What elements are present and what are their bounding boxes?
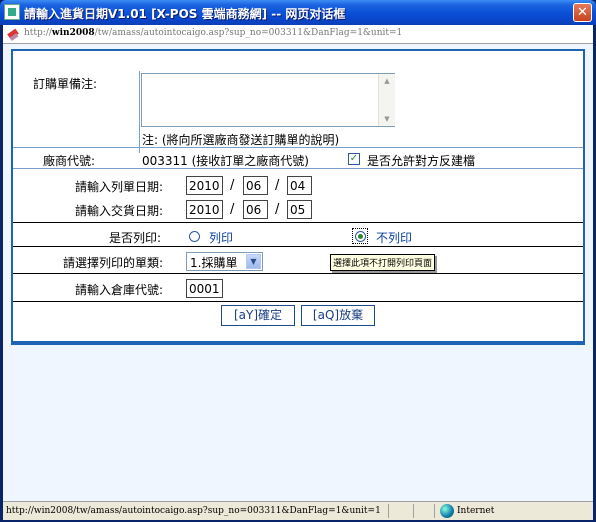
allow-reverse-checkbox[interactable]: ✓ [348,153,360,165]
divider [13,222,583,223]
status-separator [388,504,389,518]
close-button[interactable]: ✕ [573,3,592,22]
list-date-year-input[interactable] [186,176,223,195]
no-print-radio[interactable] [355,231,366,242]
security-zone-label: Internet [457,506,495,516]
form-inner: 訂購單備注: ▲ ▼ 注: (將向所選廠商發送訂購單的說明) 廠商代號: 003… [13,51,583,341]
delivery-date-label: 請輸入交貨日期: [75,204,164,218]
cancel-button[interactable]: [aQ]放棄 [301,305,375,326]
page-content: 訂購單備注: ▲ ▼ 注: (將向所選廠商發送訂購單的說明) 廠商代號: 003… [3,44,593,501]
no-print-option-label[interactable]: 不列印 [376,229,412,246]
date-separator: / [230,178,235,193]
divider [13,301,583,302]
delivery-date-year-input[interactable] [186,200,223,219]
status-separator [413,504,414,518]
confirm-button[interactable]: [aY]確定 [221,305,295,326]
status-separator [434,504,435,518]
address-bar: http://win2008/tw/amass/autointocaigo.as… [3,25,593,44]
form-panel: 訂購單備注: ▲ ▼ 注: (將向所選廠商發送訂購單的說明) 廠商代號: 003… [11,49,585,345]
doc-type-label: 請選擇列印的單類: [63,256,164,270]
globe-icon [440,504,454,518]
memo-note: 注: (將向所選廠商發送訂購單的說明) [142,133,340,147]
divider [13,246,583,247]
window-title: 請輸入進貨日期V1.01 [X-POS 雲端商務網] -- 网页对话框 [24,7,346,21]
memo-scrollbar[interactable]: ▲ ▼ [378,74,395,126]
app-icon [4,4,20,20]
list-date-month-input[interactable] [243,176,268,195]
memo-label: 訂購單備注: [33,77,98,91]
status-bar: http://win2008/tw/amass/autointocaigo.as… [3,501,593,520]
vendor-label: 廠商代號: [43,154,96,168]
allow-reverse-label: 是否允許對方反建檔 [367,154,476,168]
grid-line [139,71,140,153]
doc-type-selected: 1.採購單 [190,256,238,270]
list-date-label: 請輸入列單日期: [75,180,164,194]
print-label: 是否列印: [109,231,162,245]
print-radio[interactable] [189,231,200,242]
divider [13,168,583,169]
scroll-down-icon[interactable]: ▼ [381,113,393,125]
print-tooltip: 選擇此項不打開列印頁面 [330,254,436,271]
divider [13,147,583,148]
divider [13,273,583,274]
vendor-code-text: 003311 (接收訂單之廠商代號) [142,154,309,168]
date-separator: / [275,202,280,217]
page-icon [6,26,21,41]
delivery-date-day-input[interactable] [287,200,312,219]
memo-textarea[interactable] [141,73,395,127]
warehouse-input[interactable] [186,279,223,298]
window-frame: http://win2008/tw/amass/autointocaigo.as… [3,25,593,520]
date-separator: / [275,178,280,193]
doc-type-select[interactable]: 1.採購單 ▼ [186,252,263,271]
chevron-down-icon[interactable]: ▼ [246,254,261,269]
scroll-up-icon[interactable]: ▲ [381,75,393,87]
warehouse-label: 請輸入倉庫代號: [75,283,164,297]
print-option-label[interactable]: 列印 [209,229,233,246]
delivery-date-month-input[interactable] [243,200,268,219]
list-date-day-input[interactable] [287,176,312,195]
status-url: http://win2008/tw/amass/autointocaigo.as… [6,506,381,516]
date-separator: / [230,202,235,217]
dialog-window: 請輸入進貨日期V1.01 [X-POS 雲端商務網] -- 网页对话框 ✕ ht… [0,0,596,522]
title-bar[interactable]: 請輸入進貨日期V1.01 [X-POS 雲端商務網] -- 网页对话框 ✕ [0,0,596,25]
address-url: http://win2008/tw/amass/autointocaigo.as… [24,28,403,38]
